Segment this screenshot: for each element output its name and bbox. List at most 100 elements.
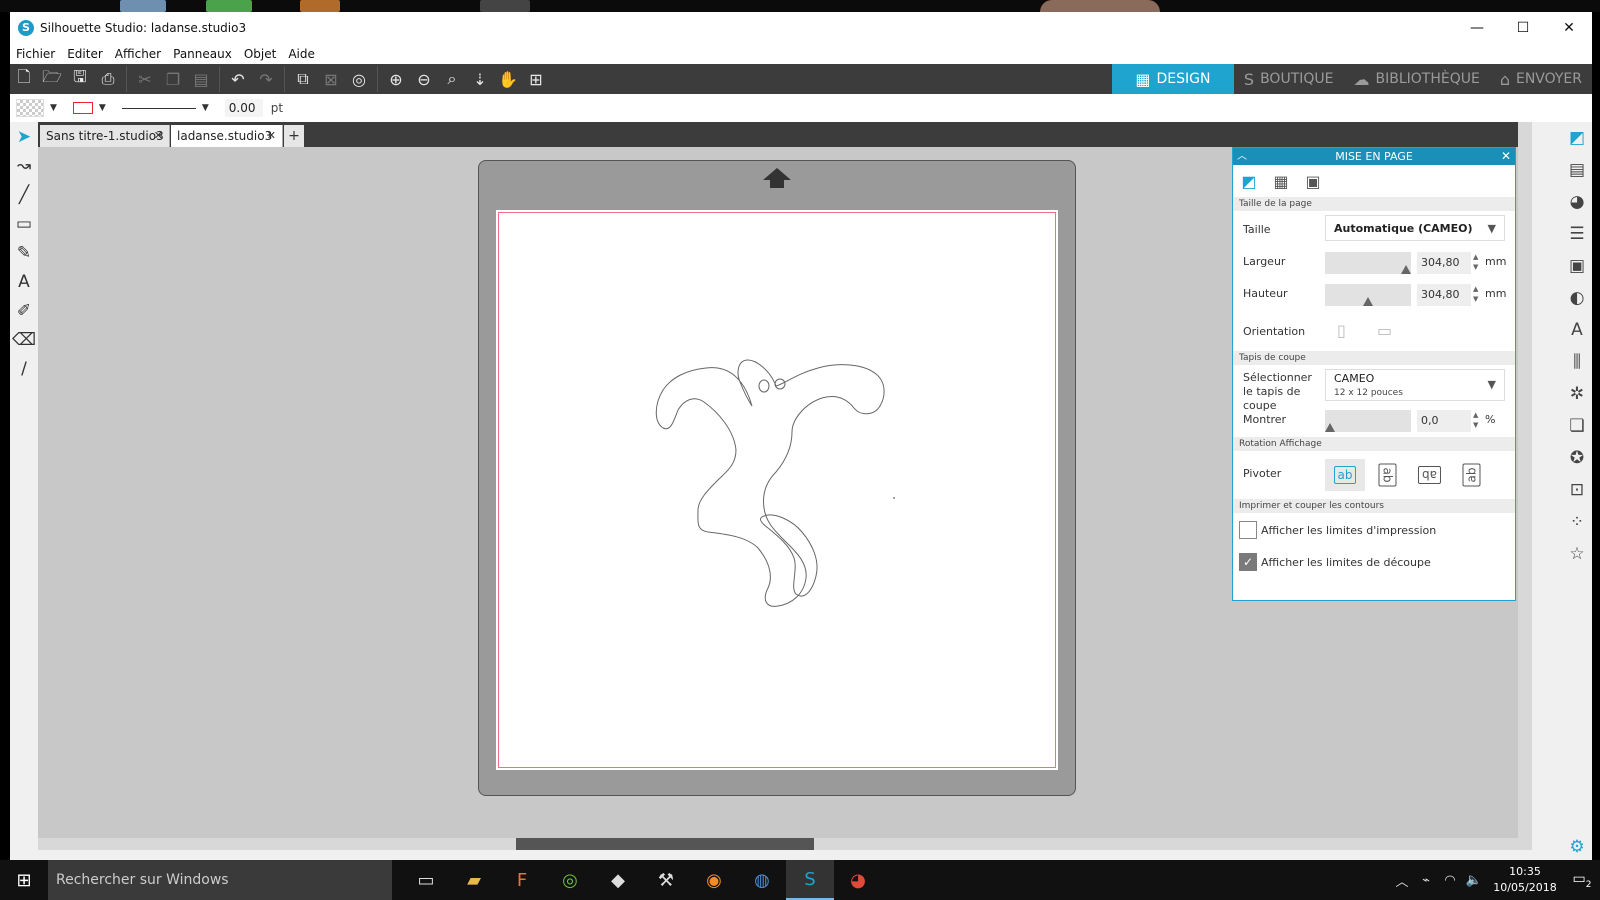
tab-boutique[interactable]: S BOUTIQUE (1234, 64, 1344, 94)
new-file-icon[interactable]: 🗋 (10, 65, 38, 93)
cut-limits-checkbox[interactable]: ✓ (1239, 553, 1257, 571)
maximize-button[interactable]: ☐ (1500, 12, 1546, 44)
group-icon[interactable]: ⧉ (289, 65, 317, 93)
undo-icon[interactable]: ↶ (224, 65, 252, 93)
copy-icon[interactable]: ❐ (159, 65, 187, 93)
redo-icon[interactable]: ↷ (252, 65, 280, 93)
page-setup-icon[interactable]: ◩ (1562, 122, 1592, 154)
move-down-icon[interactable]: ⇣ (466, 65, 494, 93)
release-compound-icon[interactable]: ◎ (345, 65, 373, 93)
slider-knob[interactable] (1363, 297, 1373, 306)
page-setup-icon[interactable]: ◩ (1237, 169, 1261, 193)
app-diamond-icon[interactable]: ◆ (594, 860, 642, 900)
portrait-icon[interactable]: ▯ (1337, 321, 1346, 340)
pixscan-icon[interactable]: ▤ (1562, 154, 1592, 186)
line-tool-icon[interactable]: ╱ (10, 180, 38, 209)
design-page[interactable] (496, 210, 1058, 770)
wifi-icon[interactable]: ◠ (1438, 873, 1462, 888)
menu-panneaux[interactable]: Panneaux (167, 47, 238, 61)
app-f-icon[interactable]: F (498, 860, 546, 900)
paste-icon[interactable]: ▤ (187, 65, 215, 93)
rotate-0-button[interactable]: ab (1325, 459, 1365, 491)
chrome-icon[interactable]: ◕ (834, 860, 882, 900)
contrast-icon[interactable]: ◐ (1562, 282, 1592, 314)
menu-objet[interactable]: Objet (238, 47, 282, 61)
close-icon[interactable]: ✕ (154, 125, 163, 147)
largeur-input[interactable]: 304,80 (1417, 252, 1471, 274)
fit-page-icon[interactable]: ⊞ (522, 65, 550, 93)
slider-knob[interactable] (1401, 265, 1411, 274)
knife-tool-icon[interactable]: / (10, 354, 38, 383)
chevron-down-icon[interactable]: ▼ (50, 103, 57, 113)
hauteur-slider[interactable] (1325, 284, 1411, 306)
eraser-icon[interactable]: ⌫ (10, 325, 38, 354)
landscape-icon[interactable]: ▭ (1377, 321, 1392, 340)
replicate-icon[interactable]: ❏ (1562, 410, 1592, 442)
page-frame-icon[interactable]: ▣ (1301, 169, 1325, 193)
collapse-icon[interactable]: ︿ (1237, 148, 1247, 165)
fill-tool-icon[interactable]: ✐ (10, 296, 38, 325)
image-effects-icon[interactable]: ▣ (1562, 250, 1592, 282)
gear-icon[interactable]: ⚙ (1562, 834, 1592, 860)
rotate-270-button[interactable]: ab (1451, 459, 1491, 491)
print-icon[interactable]: ⎙ (94, 65, 122, 93)
rectangle-tool-icon[interactable]: ▭ (10, 209, 38, 238)
montrer-slider[interactable] (1325, 410, 1411, 432)
largeur-slider[interactable] (1325, 252, 1411, 274)
cut-icon[interactable]: ✂ (131, 65, 159, 93)
app-green-icon[interactable]: ◎ (546, 860, 594, 900)
taskbar-clock[interactable]: 10:35 10/05/2018 (1486, 864, 1564, 896)
montrer-input[interactable]: 0,0 (1417, 410, 1471, 432)
thunderbird-icon[interactable]: ◍ (738, 860, 786, 900)
chevron-down-icon[interactable]: ▼ (99, 103, 106, 113)
stepper-icon[interactable]: ▲ ▼ (1473, 410, 1483, 430)
zoom-select-icon[interactable]: ⌕ (438, 65, 466, 93)
star-icon[interactable]: ☆ (1562, 538, 1592, 570)
power-icon[interactable]: ⌁ (1414, 873, 1438, 888)
palette-icon[interactable]: ◕ (1562, 186, 1592, 218)
align-icon[interactable]: ⫼ (1562, 346, 1592, 378)
line-width-input[interactable]: 0.00 (224, 99, 263, 117)
file-explorer-icon[interactable]: ▰ (450, 860, 498, 900)
close-button[interactable]: ✕ (1546, 12, 1592, 44)
line-color-swatch[interactable] (72, 102, 93, 114)
pencil-tool-icon[interactable]: ✎ (10, 238, 38, 267)
firefox-icon[interactable]: ◉ (690, 860, 738, 900)
menu-editer[interactable]: Editer (61, 47, 109, 61)
add-tab-button[interactable]: + (284, 125, 304, 147)
transform-icon[interactable]: ✲ (1562, 378, 1592, 410)
taskbar-search-input[interactable]: Rechercher sur Windows (48, 860, 392, 900)
tab-envoyer[interactable]: ⌂ ENVOYER (1490, 64, 1592, 94)
text-style-icon[interactable]: A (1562, 314, 1592, 346)
silhouette-studio-taskbar-icon[interactable]: S (786, 860, 834, 900)
rotate-180-button[interactable]: ab (1409, 459, 1449, 491)
star-badge-icon[interactable]: ✪ (1562, 442, 1592, 474)
open-folder-icon[interactable]: 🗁 (38, 65, 66, 93)
slider-knob[interactable] (1325, 423, 1335, 432)
tab-ladanse[interactable]: ladanse.studio3 ✕ (171, 125, 283, 147)
vertical-scrollbar[interactable] (1518, 122, 1532, 850)
trace-icon[interactable]: ⊡ (1562, 474, 1592, 506)
horizontal-scrollbar[interactable] (38, 838, 1532, 850)
menu-aide[interactable]: Aide (282, 47, 321, 61)
rotate-90-button[interactable]: ab (1367, 459, 1407, 491)
pan-hand-icon[interactable]: ✋ (494, 65, 522, 93)
windows-start-icon[interactable]: ⊞ (0, 860, 48, 900)
stepper-icon[interactable]: ▲ ▼ (1473, 252, 1483, 272)
chevron-up-icon[interactable]: ︿ (1390, 871, 1414, 890)
hauteur-input[interactable]: 304,80 (1417, 284, 1471, 306)
zoom-in-icon[interactable]: ⊕ (382, 65, 410, 93)
point-edit-icon[interactable]: ↝ (10, 151, 38, 180)
grid-icon[interactable]: ▦ (1269, 169, 1293, 193)
dots-icon[interactable]: ⁘ (1562, 506, 1592, 538)
text-tool-icon[interactable]: A (10, 267, 38, 296)
menu-afficher[interactable]: Afficher (109, 47, 167, 61)
tab-sans-titre[interactable]: Sans titre-1.studio3 ✕ (40, 125, 170, 147)
save-icon[interactable]: 🖫 (66, 65, 94, 93)
tab-bibliotheque[interactable]: ☁ BIBLIOTHÈQUE (1343, 64, 1489, 94)
ungroup-icon[interactable]: ⊠ (317, 65, 345, 93)
app-tool-icon[interactable]: ⚒ (642, 860, 690, 900)
line-style-selector[interactable] (121, 107, 196, 109)
chevron-down-icon[interactable]: ▼ (202, 103, 209, 113)
line-style-icon[interactable]: ☰ (1562, 218, 1592, 250)
